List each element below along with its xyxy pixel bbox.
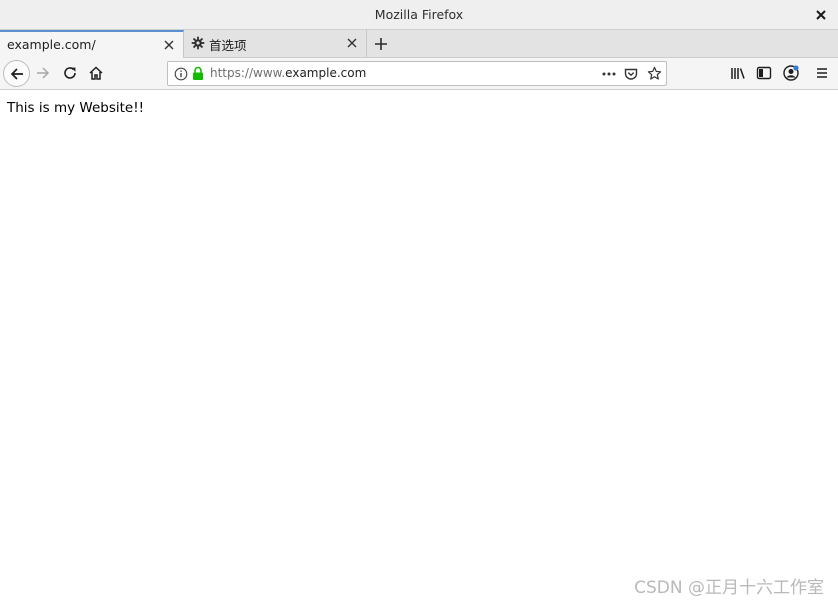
window-title: Mozilla Firefox — [374, 7, 464, 22]
page-content: This is my Website!! — [0, 91, 838, 606]
menu-button[interactable] — [814, 65, 830, 81]
page-body-text: This is my Website!! — [7, 100, 145, 116]
close-icon — [816, 10, 826, 20]
home-button[interactable] — [87, 64, 105, 82]
arrow-left-icon — [10, 67, 23, 80]
library-icon — [731, 68, 745, 79]
new-tab-button[interactable] — [373, 36, 389, 52]
tab-label: 首选项 — [209, 38, 247, 53]
info-icon[interactable] — [174, 67, 188, 81]
tab-strip: example.com/ 首选项 — [0, 30, 838, 58]
url-text[interactable]: https://www.example.com — [210, 66, 366, 80]
more-actions-icon[interactable] — [601, 67, 617, 81]
tab-example[interactable]: example.com/ — [0, 30, 184, 58]
tab-close-icon[interactable] — [163, 39, 175, 51]
reload-button[interactable] — [61, 64, 79, 82]
watermark: CSDN @正月十六工作室 — [634, 578, 824, 598]
arrow-right-icon — [37, 67, 50, 79]
url-host: example.com — [285, 66, 367, 80]
sidebar-button[interactable] — [756, 65, 772, 81]
title-bar: Mozilla Firefox — [0, 0, 838, 30]
library-button[interactable] — [730, 65, 746, 81]
hamburger-menu-icon — [817, 68, 827, 78]
url-scheme: https://www. — [210, 66, 286, 80]
account-icon — [783, 65, 799, 81]
back-button[interactable] — [3, 60, 30, 87]
url-bar[interactable]: https://www.example.com — [167, 61, 667, 86]
home-icon — [89, 66, 103, 80]
forward-button[interactable] — [34, 64, 52, 82]
lock-icon[interactable] — [192, 66, 204, 81]
bookmark-star-icon[interactable] — [647, 66, 662, 81]
tab-label: example.com/ — [7, 37, 96, 52]
account-button[interactable] — [782, 64, 800, 82]
pocket-icon[interactable] — [624, 67, 638, 81]
window-close-button[interactable] — [812, 6, 830, 24]
reload-icon — [64, 67, 76, 79]
tab-close-icon[interactable] — [346, 37, 358, 49]
gear-icon — [191, 36, 205, 50]
sidebar-icon — [756, 66, 772, 80]
tab-preferences[interactable]: 首选项 — [185, 30, 367, 58]
nav-toolbar: https://www.example.com — [0, 58, 838, 90]
